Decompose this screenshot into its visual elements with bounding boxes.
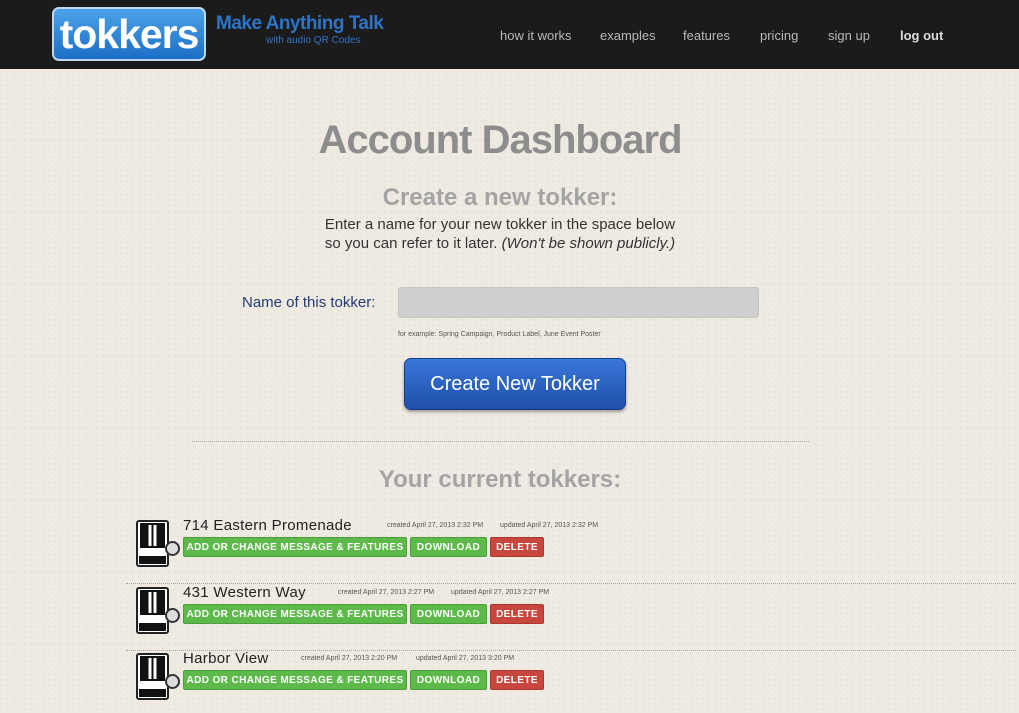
- nav-how-it-works[interactable]: how it works: [500, 28, 572, 43]
- download-button[interactable]: DOWNLOAD: [410, 670, 487, 690]
- tokker-created: created April 27, 2013 2:20 PM: [301, 655, 398, 662]
- download-button[interactable]: DOWNLOAD: [410, 604, 487, 624]
- privacy-note: (Won't be shown publicly.): [501, 235, 676, 252]
- top-navigation-bar: tokkers Make Anything Talk with audio QR…: [0, 0, 1019, 69]
- nav-features[interactable]: features: [683, 28, 730, 43]
- tokker-row: 714 Eastern Promenade created April 27, …: [126, 517, 1016, 584]
- create-new-tokker-button[interactable]: Create New Tokker: [404, 358, 626, 410]
- delete-button[interactable]: DELETE: [490, 604, 544, 624]
- page-title: Account Dashboard: [318, 118, 682, 162]
- tokker-updated: updated April 27, 2013 2:27 PM: [451, 589, 550, 596]
- qr-code-icon: [136, 587, 180, 634]
- tokker-row: Harbor View created April 27, 2013 2:20 …: [126, 650, 1016, 713]
- nav-pricing[interactable]: pricing: [760, 28, 798, 43]
- tokker-name: 431 Western Way: [183, 584, 306, 601]
- qr-code-icon: [136, 653, 180, 700]
- tokker-created: created April 27, 2013 2:32 PM: [387, 522, 484, 529]
- current-tokkers-heading: Your current tokkers:: [378, 466, 622, 493]
- section-divider: [192, 441, 809, 442]
- qr-code-icon: [136, 520, 180, 567]
- tokker-name: 714 Eastern Promenade: [183, 517, 352, 534]
- speaker-badge-icon: [165, 608, 180, 623]
- logo-text: tokkers: [59, 11, 200, 57]
- nav-examples[interactable]: examples: [600, 28, 656, 43]
- tokkers-logo[interactable]: tokkers: [52, 7, 206, 61]
- tokker-name-label: Name of this tokker:: [242, 294, 376, 311]
- tokker-name-input[interactable]: [398, 287, 759, 318]
- speaker-badge-icon: [165, 541, 180, 556]
- add-change-message-button[interactable]: ADD OR CHANGE MESSAGE & FEATURES: [183, 537, 407, 557]
- tagline: Make Anything Talk: [216, 13, 384, 34]
- speaker-badge-icon: [165, 674, 180, 689]
- tokker-name-hint: for example: Spring Campaign, Product La…: [398, 331, 601, 338]
- delete-button[interactable]: DELETE: [490, 670, 544, 690]
- tokker-name: Harbor View: [183, 650, 269, 667]
- create-heading: Create a new tokker:: [382, 184, 618, 211]
- add-change-message-button[interactable]: ADD OR CHANGE MESSAGE & FEATURES: [183, 670, 407, 690]
- create-description: Enter a name for your new tokker in the …: [0, 215, 1000, 253]
- add-change-message-button[interactable]: ADD OR CHANGE MESSAGE & FEATURES: [183, 604, 407, 624]
- nav-log-out[interactable]: log out: [900, 28, 943, 43]
- download-button[interactable]: DOWNLOAD: [410, 537, 487, 557]
- tokker-created: created April 27, 2013 2:27 PM: [338, 589, 435, 596]
- tagline-subtext: with audio QR Codes: [266, 35, 361, 46]
- create-description-line1: Enter a name for your new tokker in the …: [324, 216, 676, 233]
- create-description-line2: so you can refer to it later. (Won't be …: [324, 235, 676, 252]
- nav-sign-up[interactable]: sign up: [828, 28, 870, 43]
- tokker-row: 431 Western Way created April 27, 2013 2…: [126, 584, 1016, 651]
- delete-button[interactable]: DELETE: [490, 537, 544, 557]
- tokker-updated: updated April 27, 2013 3:20 PM: [416, 655, 515, 662]
- tokker-updated: updated April 27, 2013 2:32 PM: [500, 522, 599, 529]
